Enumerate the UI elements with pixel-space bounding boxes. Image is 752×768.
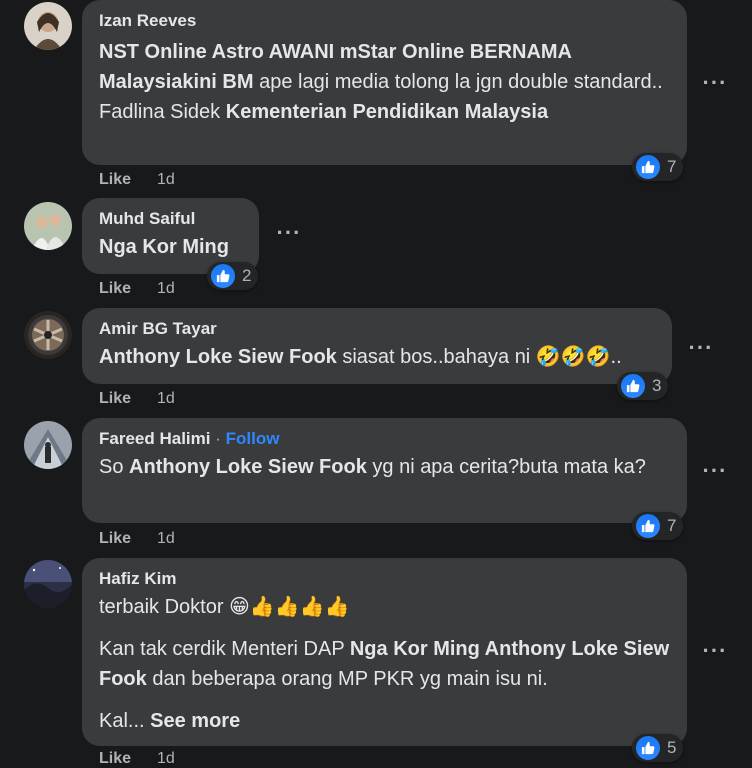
comment-text: Nga Kor Ming xyxy=(99,232,243,262)
comment-timestamp[interactable]: 1d xyxy=(157,171,175,188)
mention-text[interactable]: Anthony Loke Siew Fook xyxy=(99,346,337,368)
reaction-count[interactable]: 7 xyxy=(632,153,684,181)
comment-author[interactable]: Hafiz Kim xyxy=(99,568,671,590)
plain-text: dan beberapa orang MP PKR yg main isu ni… xyxy=(146,668,548,690)
like-thumb-icon xyxy=(634,512,662,540)
comment-author[interactable]: Muhd Saiful xyxy=(99,208,243,230)
comment-actions: Like 1d xyxy=(99,530,175,548)
comment-bubble: Hafiz Kim terbaik Doktor 😁👍👍👍👍 Kan tak c… xyxy=(82,558,687,746)
plain-text: Kan tak cerdik Menteri DAP xyxy=(99,638,350,660)
comment-author-name[interactable]: Fareed Halimi xyxy=(99,429,211,448)
comment-author[interactable]: Amir BG Tayar xyxy=(99,318,656,340)
comment-timestamp[interactable]: 1d xyxy=(157,750,175,767)
like-button[interactable]: Like xyxy=(99,280,131,297)
more-options-icon[interactable]: ··· xyxy=(697,460,733,496)
reaction-count[interactable]: 2 xyxy=(207,262,259,290)
mention-text[interactable]: Anthony Loke Siew Fook xyxy=(129,456,367,478)
comment-author: Fareed Halimi · Follow xyxy=(99,428,671,450)
comment-text: Kan tak cerdik Menteri DAP Nga Kor Ming … xyxy=(99,634,671,694)
mention-text[interactable]: Kementerian Pendidikan Malaysia xyxy=(226,101,548,123)
comment-truncated: Kal... See more xyxy=(99,706,671,736)
like-thumb-icon xyxy=(634,734,662,762)
reaction-number: 3 xyxy=(652,376,662,395)
like-thumb-icon xyxy=(619,372,647,400)
plain-text: yg ni apa cerita?buta mata ka? xyxy=(366,456,646,478)
comment-bubble: Amir BG Tayar Anthony Loke Siew Fook sia… xyxy=(82,308,672,384)
reaction-count[interactable]: 7 xyxy=(632,512,684,540)
like-button[interactable]: Like xyxy=(99,530,131,547)
reaction-number: 5 xyxy=(667,738,677,757)
plain-text: siasat bos..bahaya ni 🤣🤣🤣.. xyxy=(336,346,622,368)
like-button[interactable]: Like xyxy=(99,171,131,188)
like-button[interactable]: Like xyxy=(99,750,131,767)
comment-actions: Like 1d xyxy=(99,750,175,768)
more-options-icon[interactable]: ··· xyxy=(271,222,307,258)
comment-text-line: terbaik Doktor 😁👍👍👍👍 xyxy=(99,596,350,618)
truncated-text: Kal... xyxy=(99,710,145,732)
plain-text: So xyxy=(99,456,130,478)
comment-author[interactable]: Izan Reeves xyxy=(99,10,671,32)
see-more-link[interactable]: See more xyxy=(150,710,240,732)
avatar[interactable] xyxy=(24,2,72,50)
comment-timestamp[interactable]: 1d xyxy=(157,390,175,407)
more-options-icon[interactable]: ··· xyxy=(683,337,719,373)
comment-actions: Like 1d xyxy=(99,171,175,189)
mention-text[interactable]: Nga Kor Ming xyxy=(99,236,229,258)
like-thumb-icon xyxy=(634,153,662,181)
comment-actions: Like 1d xyxy=(99,390,175,408)
avatar[interactable] xyxy=(24,311,72,359)
comment-timestamp[interactable]: 1d xyxy=(157,280,175,297)
avatar[interactable] xyxy=(24,202,72,250)
comment-bubble: Izan Reeves NST Online Astro AWANI mStar… xyxy=(82,0,687,165)
reaction-count[interactable]: 5 xyxy=(632,734,684,762)
like-button[interactable]: Like xyxy=(99,390,131,407)
more-options-icon[interactable]: ··· xyxy=(697,72,733,108)
follow-button[interactable]: Follow xyxy=(226,429,280,448)
comment-text: Anthony Loke Siew Fook siasat bos..bahay… xyxy=(99,342,656,372)
separator-dot: · xyxy=(210,429,226,448)
comment-actions: Like 1d xyxy=(99,280,175,298)
avatar[interactable] xyxy=(24,421,72,469)
comment-timestamp[interactable]: 1d xyxy=(157,530,175,547)
reaction-count[interactable]: 3 xyxy=(617,372,669,400)
comment-text: So Anthony Loke Siew Fook yg ni apa ceri… xyxy=(99,452,671,482)
reaction-number: 7 xyxy=(667,157,677,176)
avatar[interactable] xyxy=(24,560,72,608)
like-thumb-icon xyxy=(209,262,237,290)
comment-text: NST Online Astro AWANI mStar Online BERN… xyxy=(99,37,671,127)
comment-bubble: Fareed Halimi · Follow So Anthony Loke S… xyxy=(82,418,687,523)
more-options-icon[interactable]: ··· xyxy=(697,640,733,676)
reaction-number: 7 xyxy=(667,516,677,535)
reaction-number: 2 xyxy=(242,266,252,285)
